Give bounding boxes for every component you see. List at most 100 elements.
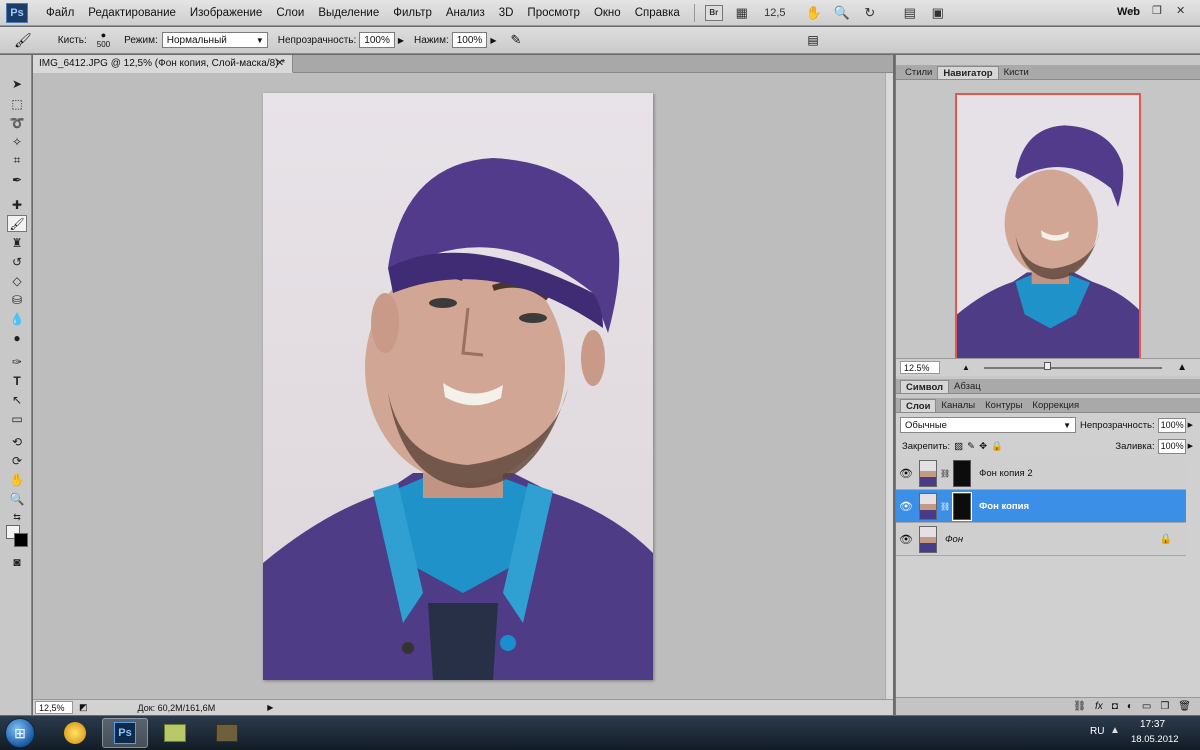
layer-row[interactable]: 👁 ⛓ Фон копия 2 xyxy=(896,457,1186,490)
tab-navigator[interactable]: Навигатор xyxy=(937,66,999,79)
document-tab[interactable]: IMG_6412.JPG @ 12,5% (Фон копия, Слой-ма… xyxy=(33,55,293,73)
navigator-zoom-slider-knob[interactable] xyxy=(1044,362,1051,370)
clock-date[interactable]: 18.05.2012 xyxy=(1131,734,1179,745)
3d-orbit-tool-icon[interactable]: ⟳ xyxy=(7,452,27,469)
eyedropper-tool-icon[interactable]: ✒ xyxy=(7,171,27,188)
flow-field[interactable]: 100% xyxy=(451,32,488,48)
layer-row[interactable]: 👁 ⛓ Фон копия xyxy=(896,490,1186,523)
menu-help[interactable]: Справка xyxy=(635,7,680,19)
hand-tool-icon[interactable]: ✋ xyxy=(805,4,823,22)
lasso-tool-icon[interactable]: ➰ xyxy=(7,114,27,131)
zoom-in-icon[interactable]: ▲ xyxy=(1177,362,1187,373)
new-layer-icon[interactable]: ❐ xyxy=(1160,701,1169,712)
zoom-out-icon[interactable]: ▲ xyxy=(962,363,970,372)
clone-stamp-tool-icon[interactable]: ♜ xyxy=(7,234,27,251)
lock-image-icon[interactable]: ✎ xyxy=(967,441,975,452)
tab-brushes[interactable]: Кисти xyxy=(999,66,1034,79)
menu-3d[interactable]: 3D xyxy=(499,7,514,19)
pen-tool-icon[interactable]: ✑ xyxy=(7,353,27,370)
new-group-icon[interactable]: ▭ xyxy=(1142,701,1151,712)
magic-wand-tool-icon[interactable]: ✧ xyxy=(7,133,27,150)
layer-opacity-arrow-icon[interactable]: ▶ xyxy=(1188,421,1193,429)
zoom-tool-icon[interactable]: 🔍 xyxy=(7,490,27,507)
taskbar-app-media-player[interactable] xyxy=(52,718,98,748)
hand-tool-icon[interactable]: ✋ xyxy=(7,471,27,488)
minimize-icon[interactable]: — xyxy=(1128,4,1139,16)
status-zoom-field[interactable]: 12,5% xyxy=(35,701,73,714)
language-indicator[interactable]: RU xyxy=(1090,726,1104,737)
paint-bucket-tool-icon[interactable]: ⛁ xyxy=(7,291,27,308)
screen-mode-icon[interactable]: ▣ xyxy=(929,4,947,22)
brush-tool-preset-icon[interactable]: 🖌 xyxy=(14,32,32,49)
tab-layers[interactable]: Слои xyxy=(900,399,937,412)
tab-adjustments[interactable]: Коррекция xyxy=(1027,399,1084,412)
opacity-field[interactable]: 100% xyxy=(359,32,395,48)
opacity-dropdown-icon[interactable]: ▶ xyxy=(398,36,404,45)
menu-select[interactable]: Выделение xyxy=(318,7,379,19)
view-extras-icon[interactable]: ▦ xyxy=(733,4,751,22)
eye-icon[interactable]: 👁 xyxy=(896,467,916,480)
layer-row[interactable]: 👁 Фон 🔒 xyxy=(896,523,1186,556)
chain-icon[interactable]: ⛓ xyxy=(940,469,950,478)
delete-layer-icon[interactable]: 🗑 xyxy=(1178,701,1191,712)
link-layers-icon[interactable]: ⛓ xyxy=(1073,701,1086,712)
clock-time[interactable]: 17:37 xyxy=(1140,719,1165,730)
adjustment-layer-icon[interactable]: ◐ xyxy=(1127,701,1133,712)
navigator-view-box[interactable] xyxy=(955,93,1141,371)
layer-style-icon[interactable]: fx xyxy=(1095,701,1103,712)
swap-colors-icon[interactable]: ⇆ xyxy=(7,509,27,526)
layer-mask-thumbnail[interactable] xyxy=(953,459,972,487)
taskbar-app-photoshop[interactable]: Ps xyxy=(102,718,148,748)
airbrush-icon[interactable]: ✎ xyxy=(510,32,521,48)
taskbar-app-notes[interactable] xyxy=(152,718,198,748)
lock-transparent-icon[interactable]: ▨ xyxy=(954,441,963,452)
dodge-tool-icon[interactable]: ● xyxy=(7,329,27,346)
eraser-tool-icon[interactable]: ◇ xyxy=(7,272,27,289)
navigator-zoom-field[interactable]: 12.5% xyxy=(900,361,940,374)
rotate-view-icon[interactable]: ↻ xyxy=(861,4,879,22)
blend-mode-select[interactable]: Обычные ▼ xyxy=(900,417,1076,433)
eye-icon[interactable]: 👁 xyxy=(896,500,916,513)
menu-analysis[interactable]: Анализ xyxy=(446,7,485,19)
fill-field[interactable]: 100% xyxy=(1157,438,1186,454)
brush-panel-toggle-icon[interactable]: ▤ xyxy=(807,33,818,47)
start-button[interactable]: ⊞ xyxy=(5,718,35,748)
chain-icon[interactable]: ⛓ xyxy=(940,502,950,511)
flow-dropdown-icon[interactable]: ▶ xyxy=(490,36,496,45)
menu-view[interactable]: Просмотр xyxy=(527,7,580,19)
status-menu-arrow-icon[interactable]: ▶ xyxy=(267,703,273,712)
menu-layers[interactable]: Слои xyxy=(276,7,304,19)
tab-paths[interactable]: Контуры xyxy=(980,399,1027,412)
close-icon[interactable]: ✕ xyxy=(1176,4,1185,17)
bridge-button[interactable]: Br xyxy=(704,4,723,21)
vertical-scrollbar[interactable] xyxy=(885,73,893,699)
brush-tool-icon[interactable]: 🖌 xyxy=(7,215,27,232)
tab-styles[interactable]: Стили xyxy=(900,66,937,79)
canvas-image[interactable] xyxy=(263,93,653,680)
menu-window[interactable]: Окно xyxy=(594,7,621,19)
type-tool-icon[interactable]: T xyxy=(7,372,27,389)
navigator-zoom-slider[interactable] xyxy=(984,362,1162,370)
brush-picker[interactable]: ● 500 xyxy=(97,31,110,50)
tray-arrow-icon[interactable]: ▲ xyxy=(1110,725,1120,736)
quick-mask-icon[interactable]: ◙ xyxy=(7,553,27,570)
mode-select[interactable]: Нормальный ▼ xyxy=(161,32,268,48)
tab-paragraph[interactable]: Абзац xyxy=(949,380,986,393)
blur-tool-icon[interactable]: 💧 xyxy=(7,310,27,327)
shape-tool-icon[interactable]: ▭ xyxy=(7,410,27,427)
marquee-tool-icon[interactable]: ⬚ xyxy=(7,95,27,112)
layer-opacity-field[interactable]: 100% xyxy=(1157,417,1186,433)
zoom-level-dropdown[interactable]: 12,5 xyxy=(761,4,785,22)
tab-character[interactable]: Символ xyxy=(900,380,950,393)
menu-image[interactable]: Изображение xyxy=(190,7,262,19)
3d-rotate-tool-icon[interactable]: ⟲ xyxy=(7,433,27,450)
path-selection-tool-icon[interactable]: ↖ xyxy=(7,391,27,408)
zoom-tool-icon[interactable]: 🔍 xyxy=(833,4,851,22)
move-tool-icon[interactable]: ➤ xyxy=(7,75,27,92)
restore-icon[interactable]: ❐ xyxy=(1152,4,1162,17)
lock-all-icon[interactable]: 🔒 xyxy=(991,441,1003,452)
close-tab-icon[interactable]: ✕ xyxy=(276,58,284,69)
lock-position-icon[interactable]: ✥ xyxy=(979,441,987,452)
menu-file[interactable]: Файл xyxy=(46,7,74,19)
healing-brush-tool-icon[interactable]: ✚ xyxy=(7,196,27,213)
